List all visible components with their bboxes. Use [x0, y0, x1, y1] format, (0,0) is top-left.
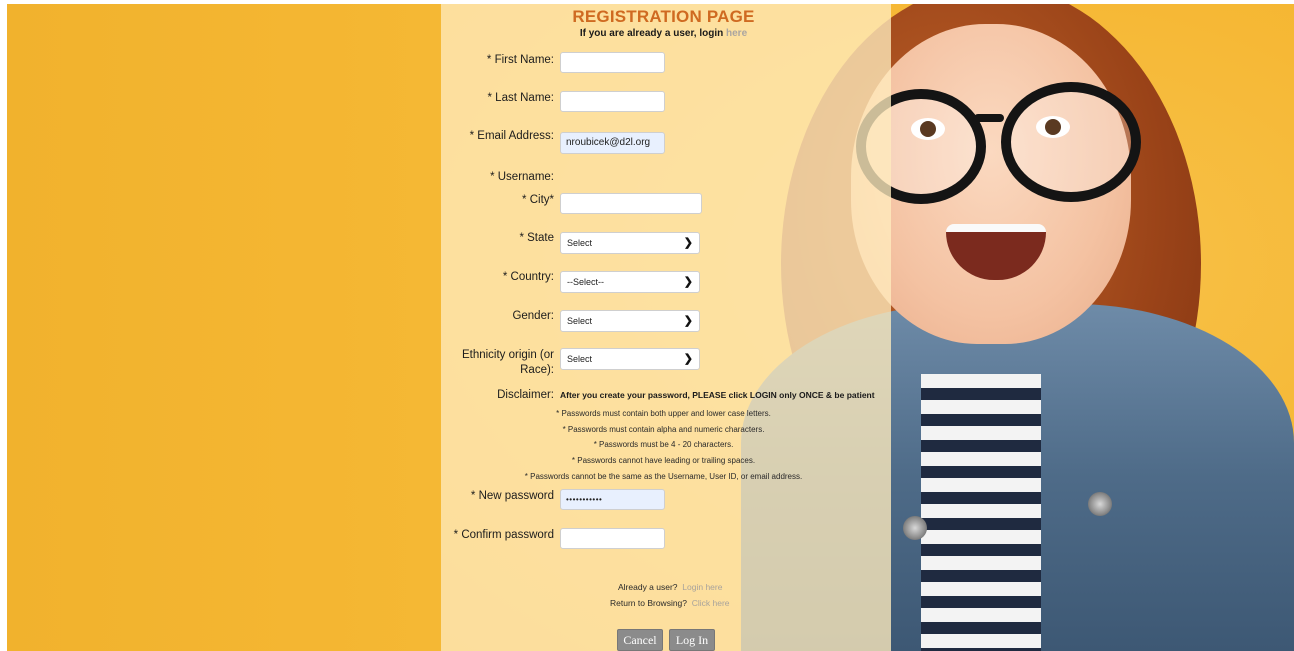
login-here-footer-link[interactable]: Login here — [682, 582, 722, 592]
confirm-password-input[interactable] — [560, 528, 665, 549]
country-select-value: --Select-- — [567, 277, 605, 287]
disclaimer-label: Disclaimer: — [497, 389, 554, 401]
return-browsing-line: Return to Browsing? Click here — [610, 598, 730, 608]
password-rule: * Passwords cannot have leading or trail… — [571, 456, 756, 465]
cancel-button[interactable]: Cancel — [617, 629, 663, 651]
new-password-input[interactable]: ••••••••••• — [560, 489, 665, 510]
already-user-line: Already a user? Login here — [618, 582, 722, 592]
gender-select-value: Select — [567, 316, 593, 326]
gender-label: Gender: — [512, 310, 554, 322]
new-password-label: * New password — [470, 490, 554, 502]
photo-glasses-bridge — [974, 114, 1004, 122]
username-label: * Username: — [490, 171, 554, 183]
chevron-down-icon: ❯ — [683, 237, 693, 249]
ethnicity-label-line1: Ethnicity origin (or — [461, 349, 554, 361]
first-name-label: * First Name: — [486, 54, 554, 66]
state-select-value: Select — [567, 238, 593, 248]
last-name-label: * Last Name: — [487, 92, 554, 104]
ethnicity-select[interactable]: Select ❯ — [560, 348, 700, 370]
state-select[interactable]: Select ❯ — [560, 232, 700, 254]
login-button[interactable]: Log In — [669, 629, 715, 651]
gender-select[interactable]: Select ❯ — [560, 310, 700, 332]
password-rule: * Passwords must be 4 - 20 characters. — [593, 440, 734, 449]
page-title: REGISTRATION PAGE — [572, 7, 755, 26]
photo-eye-right — [1036, 116, 1070, 138]
photo-glasses-right — [1001, 82, 1141, 202]
login-here-link[interactable]: here — [726, 28, 747, 39]
last-name-input[interactable] — [560, 91, 665, 112]
photo-shirt — [921, 374, 1041, 651]
email-label: * Email Address: — [469, 130, 554, 142]
disclaimer-text: After you create your password, PLEASE c… — [560, 390, 875, 400]
click-here-link[interactable]: Click here — [692, 598, 730, 608]
already-user-text: Already a user? — [618, 582, 678, 592]
password-rule: * Passwords must contain both upper and … — [556, 409, 771, 418]
return-browsing-text: Return to Browsing? — [610, 598, 688, 608]
login-prompt: If you are already a user, login here — [441, 28, 886, 39]
photo-jacket-button-left — [903, 516, 927, 540]
password-rule: * Passwords cannot be the same as the Us… — [524, 472, 803, 481]
photo-eye-left — [911, 118, 945, 140]
city-input[interactable] — [560, 193, 702, 214]
ethnicity-label-line2: Race): — [520, 364, 554, 376]
city-label: * City* — [522, 194, 554, 206]
ethnicity-select-value: Select — [567, 354, 593, 364]
background-left-panel — [7, 4, 441, 651]
chevron-down-icon: ❯ — [683, 353, 693, 365]
chevron-down-icon: ❯ — [683, 276, 693, 288]
confirm-password-label: * Confirm password — [453, 529, 554, 541]
country-label: * Country: — [502, 271, 554, 283]
state-label: * State — [519, 232, 554, 244]
email-input[interactable]: nroubicek@d2l.org — [560, 132, 665, 154]
chevron-down-icon: ❯ — [683, 315, 693, 327]
first-name-input[interactable] — [560, 52, 665, 73]
country-select[interactable]: --Select-- ❯ — [560, 271, 700, 293]
password-rule: * Passwords must contain alpha and numer… — [562, 425, 765, 434]
login-prompt-text: If you are already a user, login — [579, 28, 724, 39]
photo-jacket-button-right — [1088, 492, 1112, 516]
